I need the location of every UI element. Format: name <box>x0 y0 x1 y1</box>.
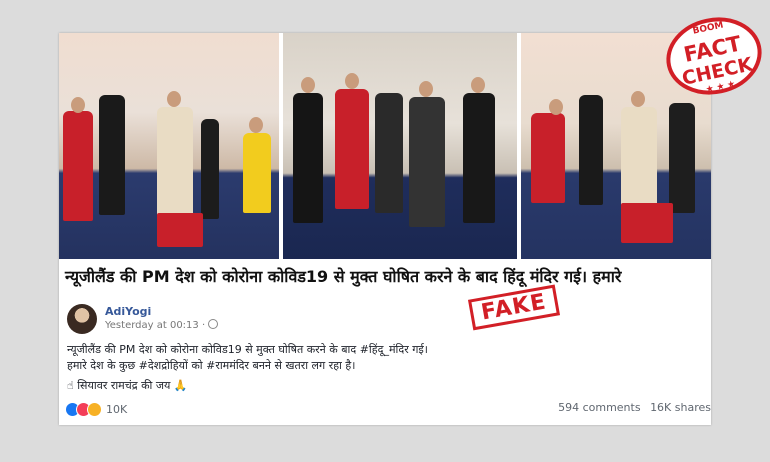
person-figure <box>531 113 565 203</box>
post-text-line: ☝ सियावर रामचंद्र की जय 🙏 <box>67 379 188 392</box>
reaction-count: 10K <box>106 402 128 416</box>
post-card: न्यूजीलैंड की PM देश को कोरोना कोविड19 स… <box>59 33 711 425</box>
person-figure <box>99 95 125 215</box>
shares-count[interactable]: 16K shares <box>650 401 711 414</box>
comments-count[interactable]: 594 comments <box>558 401 640 414</box>
person-figure <box>579 95 603 205</box>
globe-icon <box>208 319 219 329</box>
person-figure <box>669 103 695 213</box>
person-figure <box>243 133 271 213</box>
person-figure <box>621 107 657 213</box>
person-figure <box>375 93 403 213</box>
person-head <box>471 77 485 93</box>
post-time[interactable]: Yesterday at 00:13 · <box>105 319 219 331</box>
facebook-post: AdiYogi Yesterday at 00:13 · न्यूजीलैंड … <box>59 297 711 425</box>
cushion-seat <box>621 203 673 243</box>
photo-middle[interactable] <box>283 33 517 259</box>
caption-text: न्यूजीलैंड की PM देश को कोरोना कोविड19 स… <box>65 267 622 286</box>
person-figure <box>201 119 219 219</box>
person-figure <box>157 107 193 217</box>
post-text-line: हमारे देश के कुछ #देशद्रोहियों को #राममं… <box>67 359 356 372</box>
post-text-line: न्यूजीलैंड की PM देश को कोरोना कोविड19 स… <box>67 343 428 356</box>
cushion-seat <box>157 213 203 247</box>
avatar[interactable] <box>67 304 97 334</box>
person-figure <box>409 97 445 227</box>
person-head <box>167 91 181 107</box>
person-figure <box>63 111 93 221</box>
reaction-summary[interactable]: 10K <box>65 401 127 417</box>
boom-fact-check-badge: BOOM FACT CHECK ★ ★ ★ <box>666 17 762 95</box>
person-head <box>419 81 433 97</box>
person-head <box>301 77 315 93</box>
post-time-text: Yesterday at 00:13 · <box>105 320 206 331</box>
person-head <box>71 97 85 113</box>
person-head <box>345 73 359 89</box>
photo-collage[interactable] <box>59 33 711 259</box>
person-figure <box>335 89 369 209</box>
wow-icon <box>87 401 102 417</box>
person-head <box>549 99 563 115</box>
caption-bar: न्यूजीलैंड की PM देश को कोरोना कोविड19 स… <box>59 259 711 297</box>
post-stats: 594 comments 16K shares <box>552 401 711 414</box>
post-author[interactable]: AdiYogi <box>105 305 151 318</box>
person-head <box>631 91 645 107</box>
person-head <box>249 117 263 133</box>
person-figure <box>463 93 495 223</box>
photo-left[interactable] <box>59 33 279 259</box>
person-figure <box>293 93 323 223</box>
